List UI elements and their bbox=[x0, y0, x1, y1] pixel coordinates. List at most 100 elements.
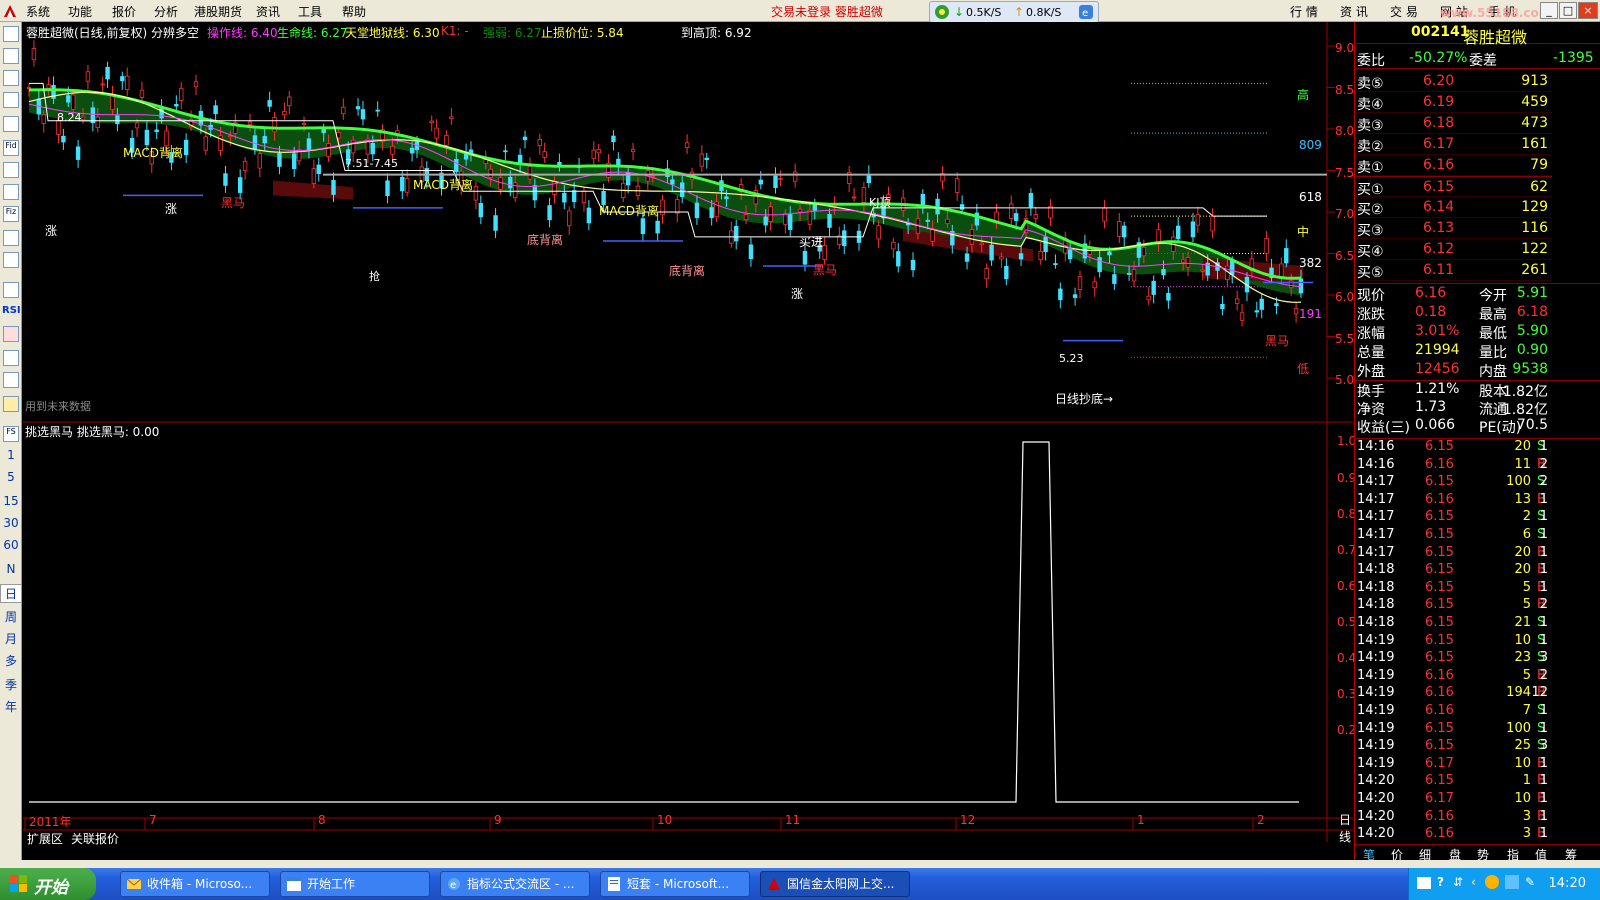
monitor-icon[interactable] bbox=[1505, 875, 1519, 889]
qq-icon[interactable] bbox=[1485, 875, 1499, 889]
rsi-icon[interactable]: RSI bbox=[2, 305, 21, 316]
tick-count: 1 bbox=[1539, 755, 1548, 771]
fs-icon[interactable]: FS bbox=[3, 426, 19, 442]
task-trading-app[interactable]: 国信金太阳网上交... bbox=[760, 871, 910, 897]
sell-level-row[interactable]: 卖② 6.17 161 bbox=[1355, 134, 1552, 155]
buy-level-row[interactable]: 买④ 6.12 122 bbox=[1355, 239, 1552, 260]
candle-body bbox=[1220, 303, 1225, 310]
period-quarter[interactable]: 季 bbox=[0, 676, 22, 693]
period-month[interactable]: 月 bbox=[0, 630, 22, 647]
wave-icon[interactable] bbox=[3, 282, 19, 298]
kline-icon[interactable] bbox=[3, 92, 19, 108]
formula-icon[interactable] bbox=[3, 230, 19, 246]
buy-level-row[interactable]: 买① 6.15 62 bbox=[1355, 176, 1552, 198]
period-5min[interactable]: 5 bbox=[0, 470, 22, 484]
task-outlook[interactable]: 收件箱 - Microso... bbox=[120, 871, 270, 897]
export-icon[interactable] bbox=[3, 372, 19, 388]
period-1min[interactable]: 1 bbox=[0, 448, 22, 462]
chevron-left-icon[interactable]: ‹ bbox=[1471, 875, 1476, 889]
stat-label: 最低 bbox=[1479, 326, 1507, 342]
tick-row: 14:18 6.15 21 S 1 bbox=[1355, 615, 1552, 633]
tick-count: 12 bbox=[1531, 685, 1548, 701]
menu-help[interactable]: 帮助 bbox=[342, 3, 366, 20]
sell-level-row[interactable]: 卖① 6.16 79 bbox=[1355, 155, 1552, 176]
keyboard-icon[interactable] bbox=[1417, 877, 1431, 889]
tab-trade[interactable]: 交 易 bbox=[1390, 3, 1418, 20]
period-n[interactable]: N bbox=[0, 562, 22, 576]
news-icon[interactable] bbox=[3, 162, 19, 178]
buy-level-row[interactable]: 买③ 6.13 116 bbox=[1355, 218, 1552, 239]
tick-time: 14:19 bbox=[1357, 738, 1395, 754]
line-chart-icon[interactable] bbox=[3, 70, 19, 86]
magnifier-icon[interactable] bbox=[3, 252, 19, 268]
pencil-icon[interactable] bbox=[3, 396, 19, 412]
period-week[interactable]: 周 bbox=[0, 608, 22, 625]
tab-news[interactable]: 资 讯 bbox=[1340, 3, 1368, 20]
stat-value: 0.18 bbox=[1415, 304, 1447, 320]
task-label: 国信金太阳网上交... bbox=[787, 877, 895, 891]
system-tray: ? ⇵ ‹ ✎ 14:20 bbox=[1408, 868, 1600, 900]
menu-tools[interactable]: 工具 bbox=[298, 3, 322, 20]
stock-code: 002141 bbox=[1411, 24, 1470, 40]
menu-hk-futures[interactable]: 港股期货 bbox=[194, 3, 242, 20]
candle-body bbox=[586, 207, 592, 224]
sell-level-row[interactable]: 卖④ 6.19 459 bbox=[1355, 92, 1552, 113]
pen-icon[interactable]: ✎ bbox=[1525, 875, 1535, 889]
candle-body bbox=[1259, 298, 1264, 310]
menu-quote[interactable]: 报价 bbox=[112, 3, 136, 20]
menu-system[interactable]: 系统 bbox=[26, 3, 50, 20]
tick-time: 14:19 bbox=[1357, 650, 1395, 666]
fib-382-label: 382 bbox=[1299, 256, 1322, 270]
candle-body bbox=[41, 114, 46, 124]
period-multi[interactable]: 多 bbox=[0, 652, 22, 669]
sell-level-row[interactable]: 卖⑤ 6.20 913 bbox=[1355, 71, 1552, 92]
chart-area[interactable]: 蓉胜超微(日线,前复权) 分辨多空 操作线: 6.40 生命线: 6.27 天堂… bbox=[23, 22, 1364, 860]
help-icon[interactable]: ? bbox=[1437, 875, 1444, 889]
buy-level-row[interactable]: 买⑤ 6.11 261 bbox=[1355, 260, 1552, 281]
calendar-icon[interactable] bbox=[3, 184, 19, 200]
clock: 14:20 bbox=[1548, 876, 1586, 891]
close-icon[interactable]: × bbox=[1578, 2, 1598, 19]
move-icon[interactable] bbox=[3, 350, 19, 366]
fid-icon[interactable]: Fid bbox=[3, 140, 19, 156]
menu-info[interactable]: 资讯 bbox=[256, 3, 280, 20]
tick-price: 6.15 bbox=[1425, 544, 1454, 560]
quote-list-icon[interactable] bbox=[3, 26, 19, 42]
browser-icon[interactable]: e bbox=[1078, 4, 1094, 20]
tab-extension-area[interactable]: 扩展区 bbox=[27, 830, 63, 847]
menu-analysis[interactable]: 分析 bbox=[154, 3, 178, 20]
table-icon[interactable] bbox=[3, 48, 19, 64]
level-volume: 116 bbox=[1521, 220, 1548, 236]
maximize-icon[interactable]: □ bbox=[1559, 2, 1577, 19]
fiz-icon[interactable]: Fiz bbox=[3, 206, 19, 222]
period-day[interactable]: 日 bbox=[0, 584, 22, 603]
tick-list[interactable]: 14:16 6.15 20 S 1 14:16 6.16 11 B 2 14:17 6.15 100 S 2… bbox=[1355, 438, 1600, 843]
period-30min[interactable]: 30 bbox=[0, 516, 22, 530]
task-start-work[interactable]: 开始工作 bbox=[280, 871, 430, 897]
candle-body bbox=[630, 148, 636, 153]
task-forum[interactable]: e 指标公式交流区 - ... bbox=[440, 871, 590, 897]
candle-body bbox=[449, 116, 454, 120]
candle-body bbox=[876, 225, 881, 240]
period-15min[interactable]: 15 bbox=[0, 494, 22, 508]
sheet-icon[interactable] bbox=[3, 116, 19, 132]
kline-chart[interactable] bbox=[23, 22, 1353, 860]
minimize-icon[interactable]: _ bbox=[1540, 2, 1558, 19]
task-word-doc[interactable]: 短套 - Microsoft... bbox=[600, 871, 750, 897]
level-volume: 473 bbox=[1521, 115, 1548, 131]
level-price: 6.15 bbox=[1423, 179, 1455, 195]
period-year[interactable]: 年 bbox=[0, 698, 22, 715]
candle-body bbox=[640, 218, 646, 235]
stat-value: 1.82亿 bbox=[1502, 402, 1548, 418]
network-icon[interactable]: ⇵ bbox=[1453, 875, 1463, 889]
sell-level-row[interactable]: 卖③ 6.18 473 bbox=[1355, 113, 1552, 134]
candle-body bbox=[1185, 257, 1191, 268]
tab-related-quote[interactable]: 关联报价 bbox=[71, 830, 119, 847]
buy-level-row[interactable]: 买② 6.14 129 bbox=[1355, 197, 1552, 218]
tab-market[interactable]: 行 情 bbox=[1290, 3, 1318, 20]
dollar-icon[interactable] bbox=[3, 326, 19, 342]
start-button[interactable]: 开始 bbox=[0, 868, 96, 900]
stat-value: 3.01% bbox=[1415, 323, 1460, 339]
period-60min[interactable]: 60 bbox=[0, 538, 22, 552]
menu-function[interactable]: 功能 bbox=[68, 3, 92, 20]
